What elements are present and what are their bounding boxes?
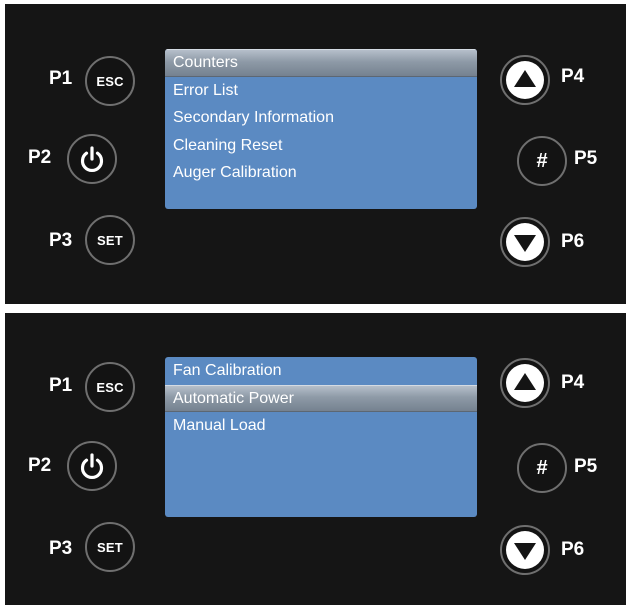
power-button[interactable]	[67, 441, 117, 491]
down-arrow-icon	[506, 531, 544, 569]
label-p4: P4	[561, 372, 585, 393]
control-panel-figure: P1 P2 P3 P4 P5 P6 ESC SET # Counters Err…	[0, 0, 627, 609]
label-p6: P6	[561, 539, 585, 560]
esc-button-label: ESC	[96, 73, 124, 89]
hash-button[interactable]: #	[517, 443, 567, 493]
menu-item-selected[interactable]: Counters	[165, 49, 477, 77]
menu-item[interactable]: Secondary Information	[165, 104, 477, 132]
esc-button-label: ESC	[96, 379, 124, 395]
set-button-label: SET	[97, 232, 123, 248]
hash-button-label: #	[536, 457, 548, 479]
up-arrow-icon	[506, 364, 544, 402]
label-p2: P2	[28, 147, 52, 168]
label-p1: P1	[49, 375, 73, 396]
menu-item[interactable]: Cleaning Reset	[165, 132, 477, 160]
hash-button-label: #	[536, 150, 548, 172]
control-panel-bottom: P1 P2 P3 P4 P5 P6 ESC SET # Fan Calibrat…	[5, 313, 626, 605]
power-button[interactable]	[67, 134, 117, 184]
lcd-screen: Fan Calibration Automatic Power Manual L…	[165, 357, 477, 517]
set-button[interactable]: SET	[85, 522, 135, 572]
label-p4: P4	[561, 66, 585, 87]
power-icon	[80, 453, 104, 479]
down-button[interactable]	[500, 525, 550, 575]
menu-item[interactable]: Error List	[165, 77, 477, 105]
down-arrow-icon	[506, 223, 544, 261]
label-p6: P6	[561, 231, 585, 252]
set-button-label: SET	[97, 539, 123, 555]
label-p5: P5	[574, 456, 598, 477]
up-button[interactable]	[500, 55, 550, 105]
down-button[interactable]	[500, 217, 550, 267]
label-p2: P2	[28, 455, 52, 476]
hash-button[interactable]: #	[517, 136, 567, 186]
esc-button[interactable]: ESC	[85, 56, 135, 106]
label-p3: P3	[49, 230, 73, 251]
power-icon	[80, 146, 104, 172]
control-panel-top: P1 P2 P3 P4 P5 P6 ESC SET # Counters Err…	[5, 4, 626, 304]
menu-item[interactable]: Auger Calibration	[165, 159, 477, 187]
label-p5: P5	[574, 148, 598, 169]
menu-item-selected[interactable]: Automatic Power	[165, 384, 477, 412]
lcd-screen: Counters Error List Secondary Informatio…	[165, 49, 477, 209]
up-button[interactable]	[500, 358, 550, 408]
menu-item[interactable]: Manual Load	[165, 412, 477, 440]
label-p3: P3	[49, 538, 73, 559]
esc-button[interactable]: ESC	[85, 362, 135, 412]
label-p1: P1	[49, 68, 73, 89]
set-button[interactable]: SET	[85, 215, 135, 265]
up-arrow-icon	[506, 61, 544, 99]
menu-item[interactable]: Fan Calibration	[165, 357, 477, 385]
